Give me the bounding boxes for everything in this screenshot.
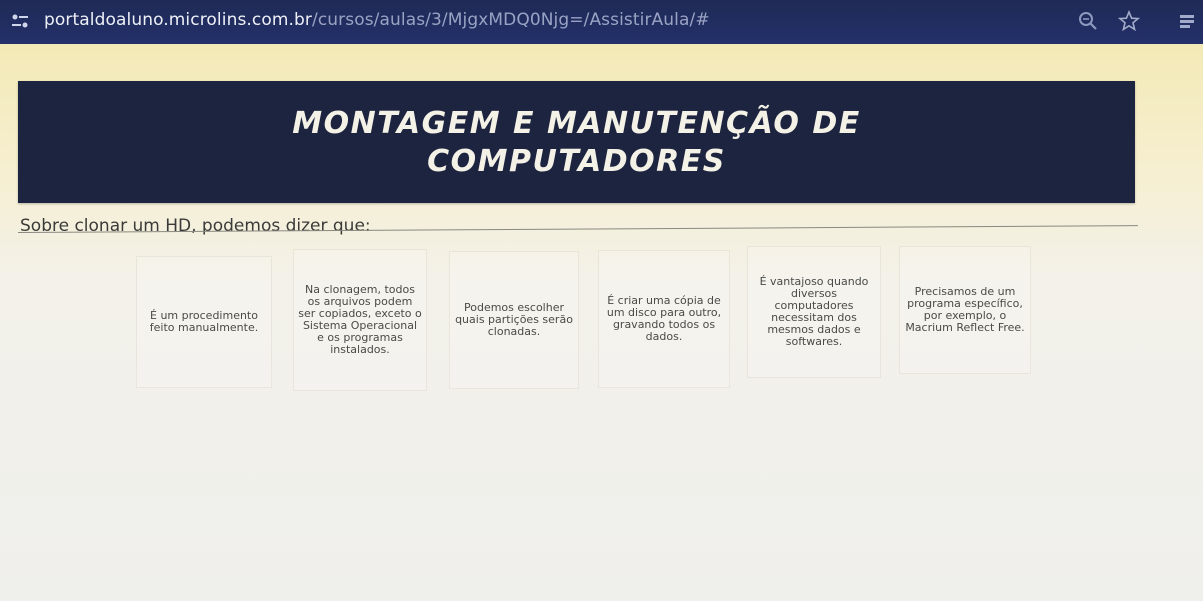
answer-option-text: É um procedimento feito manualmente. <box>149 309 259 334</box>
zoom-icon[interactable] <box>1077 10 1099 32</box>
answer-option[interactable]: É vantajoso quando diversos computadores… <box>747 246 881 378</box>
answer-option[interactable]: É um procedimento feito manualmente. <box>136 256 272 388</box>
answer-option[interactable]: É criar uma cópia de um disco para outro… <box>598 250 730 388</box>
url-host: portaldoaluno.microlins.com.br <box>44 10 312 30</box>
answer-option-text: É vantajoso quando diversos computadores… <box>759 275 869 348</box>
answer-option-text: Precisamos de um programa específico, po… <box>905 285 1025 334</box>
star-icon[interactable] <box>1118 10 1140 32</box>
site-info-icon[interactable] <box>10 12 30 30</box>
answer-option[interactable]: Precisamos de um programa específico, po… <box>899 246 1031 374</box>
browser-address-bar[interactable]: portaldoaluno.microlins.com.br/cursos/au… <box>0 0 1203 44</box>
answer-option[interactable]: Podemos escolher quais partições serão c… <box>449 251 579 389</box>
url-path: /cursos/aulas/3/MjgxMDQ0Njg=/AssistirAul… <box>312 10 710 30</box>
address-url[interactable]: portaldoaluno.microlins.com.br/cursos/au… <box>44 10 710 30</box>
answer-options: É um procedimento feito manualmente. Na … <box>0 44 1203 601</box>
answer-option-text: Na clonagem, todos os arquivos podem ser… <box>298 283 422 356</box>
extensions-icon[interactable] <box>1177 10 1199 32</box>
answer-option-text: Podemos escolher quais partições serão c… <box>455 301 573 338</box>
answer-option-text: É criar uma cópia de um disco para outro… <box>606 294 722 343</box>
page-content: MONTAGEM E MANUTENÇÃO DE COMPUTADORES So… <box>0 44 1203 601</box>
answer-option[interactable]: Na clonagem, todos os arquivos podem ser… <box>293 249 427 391</box>
